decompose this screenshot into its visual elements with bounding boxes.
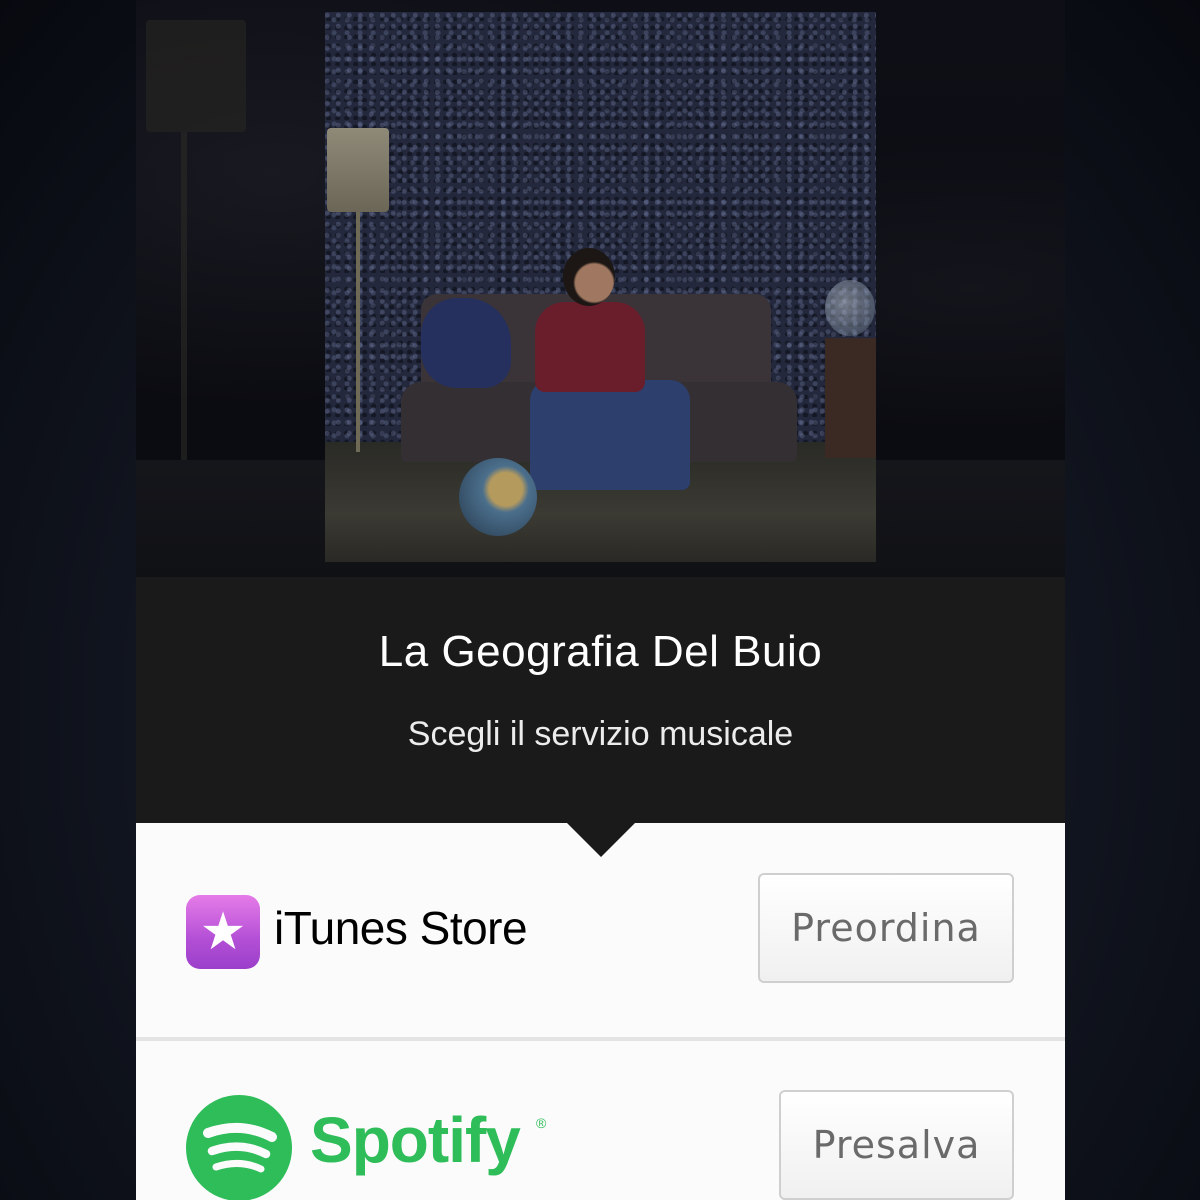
title-band-pointer	[567, 823, 635, 857]
cover-lamp-pole	[356, 212, 360, 452]
itunes-store-icon: ★	[186, 895, 260, 969]
page-background: La Geografia Del Buio Scegli il servizio…	[0, 0, 1200, 1200]
cover-fishbowl	[825, 280, 875, 336]
cover-globe	[459, 458, 537, 536]
hero-lamp	[146, 20, 246, 132]
album-subtitle: Scegli il servizio musicale	[407, 715, 794, 753]
registered-mark: ®	[536, 1115, 547, 1131]
service-row-spotify[interactable]: Spotify ® Presalva	[136, 1041, 1065, 1200]
cover-person-head	[563, 248, 615, 306]
album-title: La Geografia Del Buio	[378, 627, 823, 676]
service-list: ★ iTunes Store Preordina Spotify ® Presa…	[136, 823, 1065, 1200]
cover-cabinet	[825, 338, 876, 458]
spotify-logo-icon	[186, 1095, 292, 1200]
album-info: La Geografia Del Buio Scegli il servizio…	[136, 577, 1065, 823]
cover-person-legs	[530, 380, 690, 490]
cover-jacket	[421, 298, 511, 388]
cover-lamp	[327, 128, 389, 212]
presave-button[interactable]: Presalva	[779, 1090, 1014, 1200]
preorder-button[interactable]: Preordina	[758, 873, 1014, 983]
album-cover-image	[325, 12, 876, 562]
hero-lamp-pole	[181, 132, 187, 462]
service-name-spotify: Spotify	[310, 1104, 521, 1176]
service-name-itunes: iTunes Store	[274, 902, 528, 954]
music-link-card: La Geografia Del Buio Scegli il servizio…	[136, 0, 1065, 1200]
cover-person	[535, 302, 645, 392]
star-icon: ★	[199, 902, 247, 962]
album-hero	[136, 0, 1065, 577]
